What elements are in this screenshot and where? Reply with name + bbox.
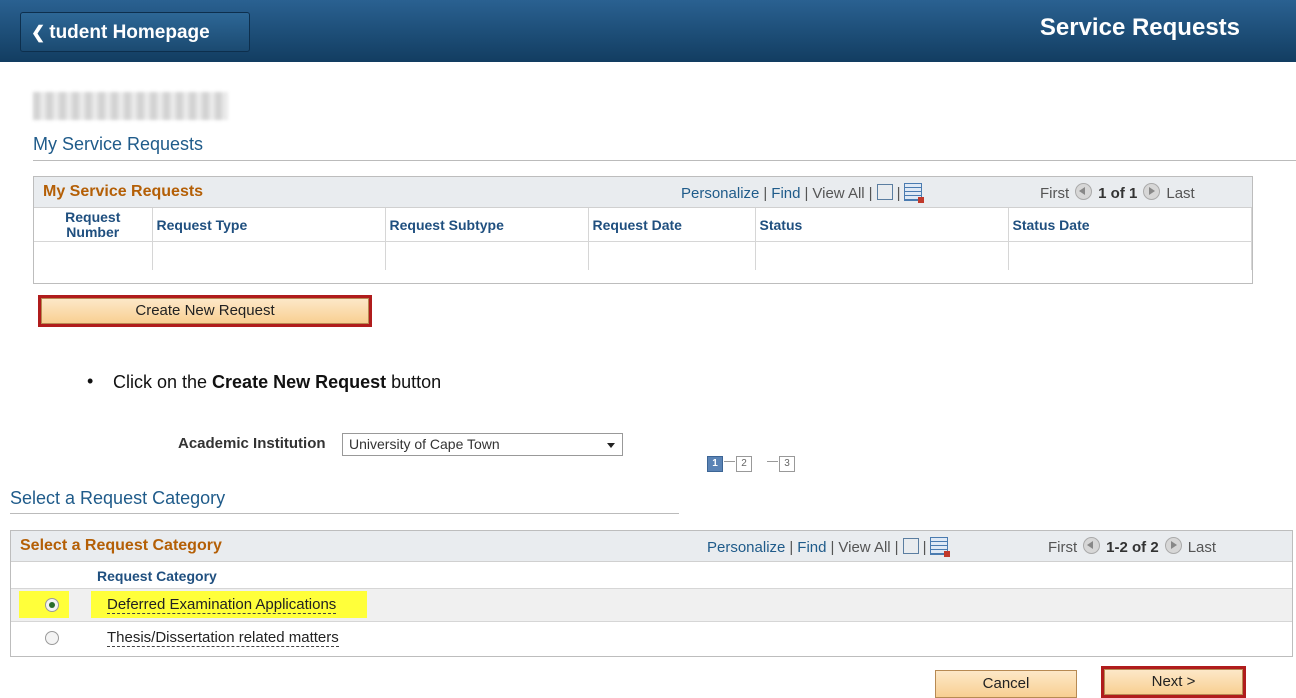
dropdown-caret-icon: [607, 443, 615, 448]
col-request-type: Request Type: [152, 208, 386, 243]
step-3: 3: [779, 456, 795, 472]
col-request-date: Request Date: [588, 208, 756, 243]
page-title: Service Requests: [1039, 14, 1240, 41]
table-header-row: Request Number Request Type Request Subt…: [34, 208, 1252, 243]
col-request-subtype: Request Subtype: [385, 208, 589, 243]
category-divider: [10, 513, 679, 514]
step-2: 2: [736, 456, 752, 472]
grid-toolbar: Personalize | Find | View All | |: [681, 183, 925, 203]
bullet-icon: •: [87, 371, 94, 391]
category-section-title: Select a Request Category: [10, 488, 226, 508]
col-request-number: Request Number: [34, 208, 153, 243]
last-link[interactable]: Last: [1166, 185, 1194, 202]
prev-arrow-icon[interactable]: [1075, 183, 1093, 200]
col-status-date: Status Date: [1008, 208, 1252, 243]
view-all-link[interactable]: View All: [838, 539, 890, 556]
zoom-icon[interactable]: [902, 538, 919, 554]
institution-select[interactable]: University of Cape Town: [342, 433, 623, 456]
category-label[interactable]: Thesis/Dissertation related matters: [107, 629, 339, 647]
view-all-link[interactable]: View All: [812, 185, 864, 202]
list-item: Thesis/Dissertation related matters: [11, 621, 1292, 654]
create-new-request-button[interactable]: Create New Request: [41, 298, 369, 324]
section-title: My Service Requests: [33, 134, 204, 154]
category-radio[interactable]: [45, 631, 59, 645]
next-arrow-icon[interactable]: [1164, 537, 1182, 554]
section-divider: [33, 160, 1296, 161]
next-arrow-icon[interactable]: [1143, 183, 1161, 200]
institution-label: Academic Institution: [178, 435, 326, 452]
zoom-icon[interactable]: [876, 184, 893, 200]
step-indicator: 12 3: [707, 453, 795, 472]
instruction-text: • Click on the Create New Request button: [87, 371, 442, 392]
grid-caption: My Service Requests: [43, 183, 204, 200]
grid-pager: First 1 of 1 Last: [1040, 183, 1195, 202]
table-row: [34, 241, 1252, 271]
category-grid: Select a Request Category Personalize | Fi…: [10, 530, 1293, 657]
col-request-category: Request Category: [97, 568, 217, 584]
personalize-link[interactable]: Personalize: [707, 539, 785, 556]
grid-header: My Service Requests Personalize | Find | Vie…: [34, 177, 1252, 208]
requests-table: Request Number Request Type Request Subt…: [34, 208, 1252, 271]
first-link[interactable]: First: [1040, 185, 1069, 202]
download-grid-icon[interactable]: [904, 183, 925, 203]
blurred-student-name: [33, 92, 228, 120]
personalize-link[interactable]: Personalize: [681, 185, 759, 202]
student-homepage-button[interactable]: ❮ tudent Homepage: [20, 12, 250, 52]
page-range: 1-2 of 2: [1106, 539, 1159, 556]
category-grid-caption: Select a Request Category: [20, 537, 222, 554]
category-label[interactable]: Deferred Examination Applications: [107, 596, 337, 614]
col-status: Status: [755, 208, 1009, 243]
category-grid-pager: First 1-2 of 2 Last: [1048, 537, 1216, 556]
step-1: 1: [707, 456, 723, 472]
home-button-label: tudent Homepage: [49, 22, 210, 43]
category-radio[interactable]: [45, 598, 59, 612]
next-button[interactable]: Next >: [1104, 669, 1243, 695]
page-range: 1 of 1: [1098, 185, 1138, 202]
find-link[interactable]: Find: [797, 539, 826, 556]
radio-highlight: [19, 591, 69, 618]
category-grid-toolbar: Personalize | Find | View All | |: [707, 537, 951, 557]
download-grid-icon[interactable]: [930, 537, 951, 557]
chevron-left-icon: ❮: [31, 23, 46, 42]
list-item: Deferred Examination Applications: [11, 588, 1292, 621]
category-grid-header: Select a Request Category Personalize | Fi…: [11, 531, 1292, 562]
first-link[interactable]: First: [1048, 539, 1077, 556]
my-requests-grid: My Service Requests Personalize | Find | Vie…: [33, 176, 1253, 284]
last-link[interactable]: Last: [1188, 539, 1216, 556]
find-link[interactable]: Find: [771, 185, 800, 202]
prev-arrow-icon[interactable]: [1083, 537, 1101, 554]
